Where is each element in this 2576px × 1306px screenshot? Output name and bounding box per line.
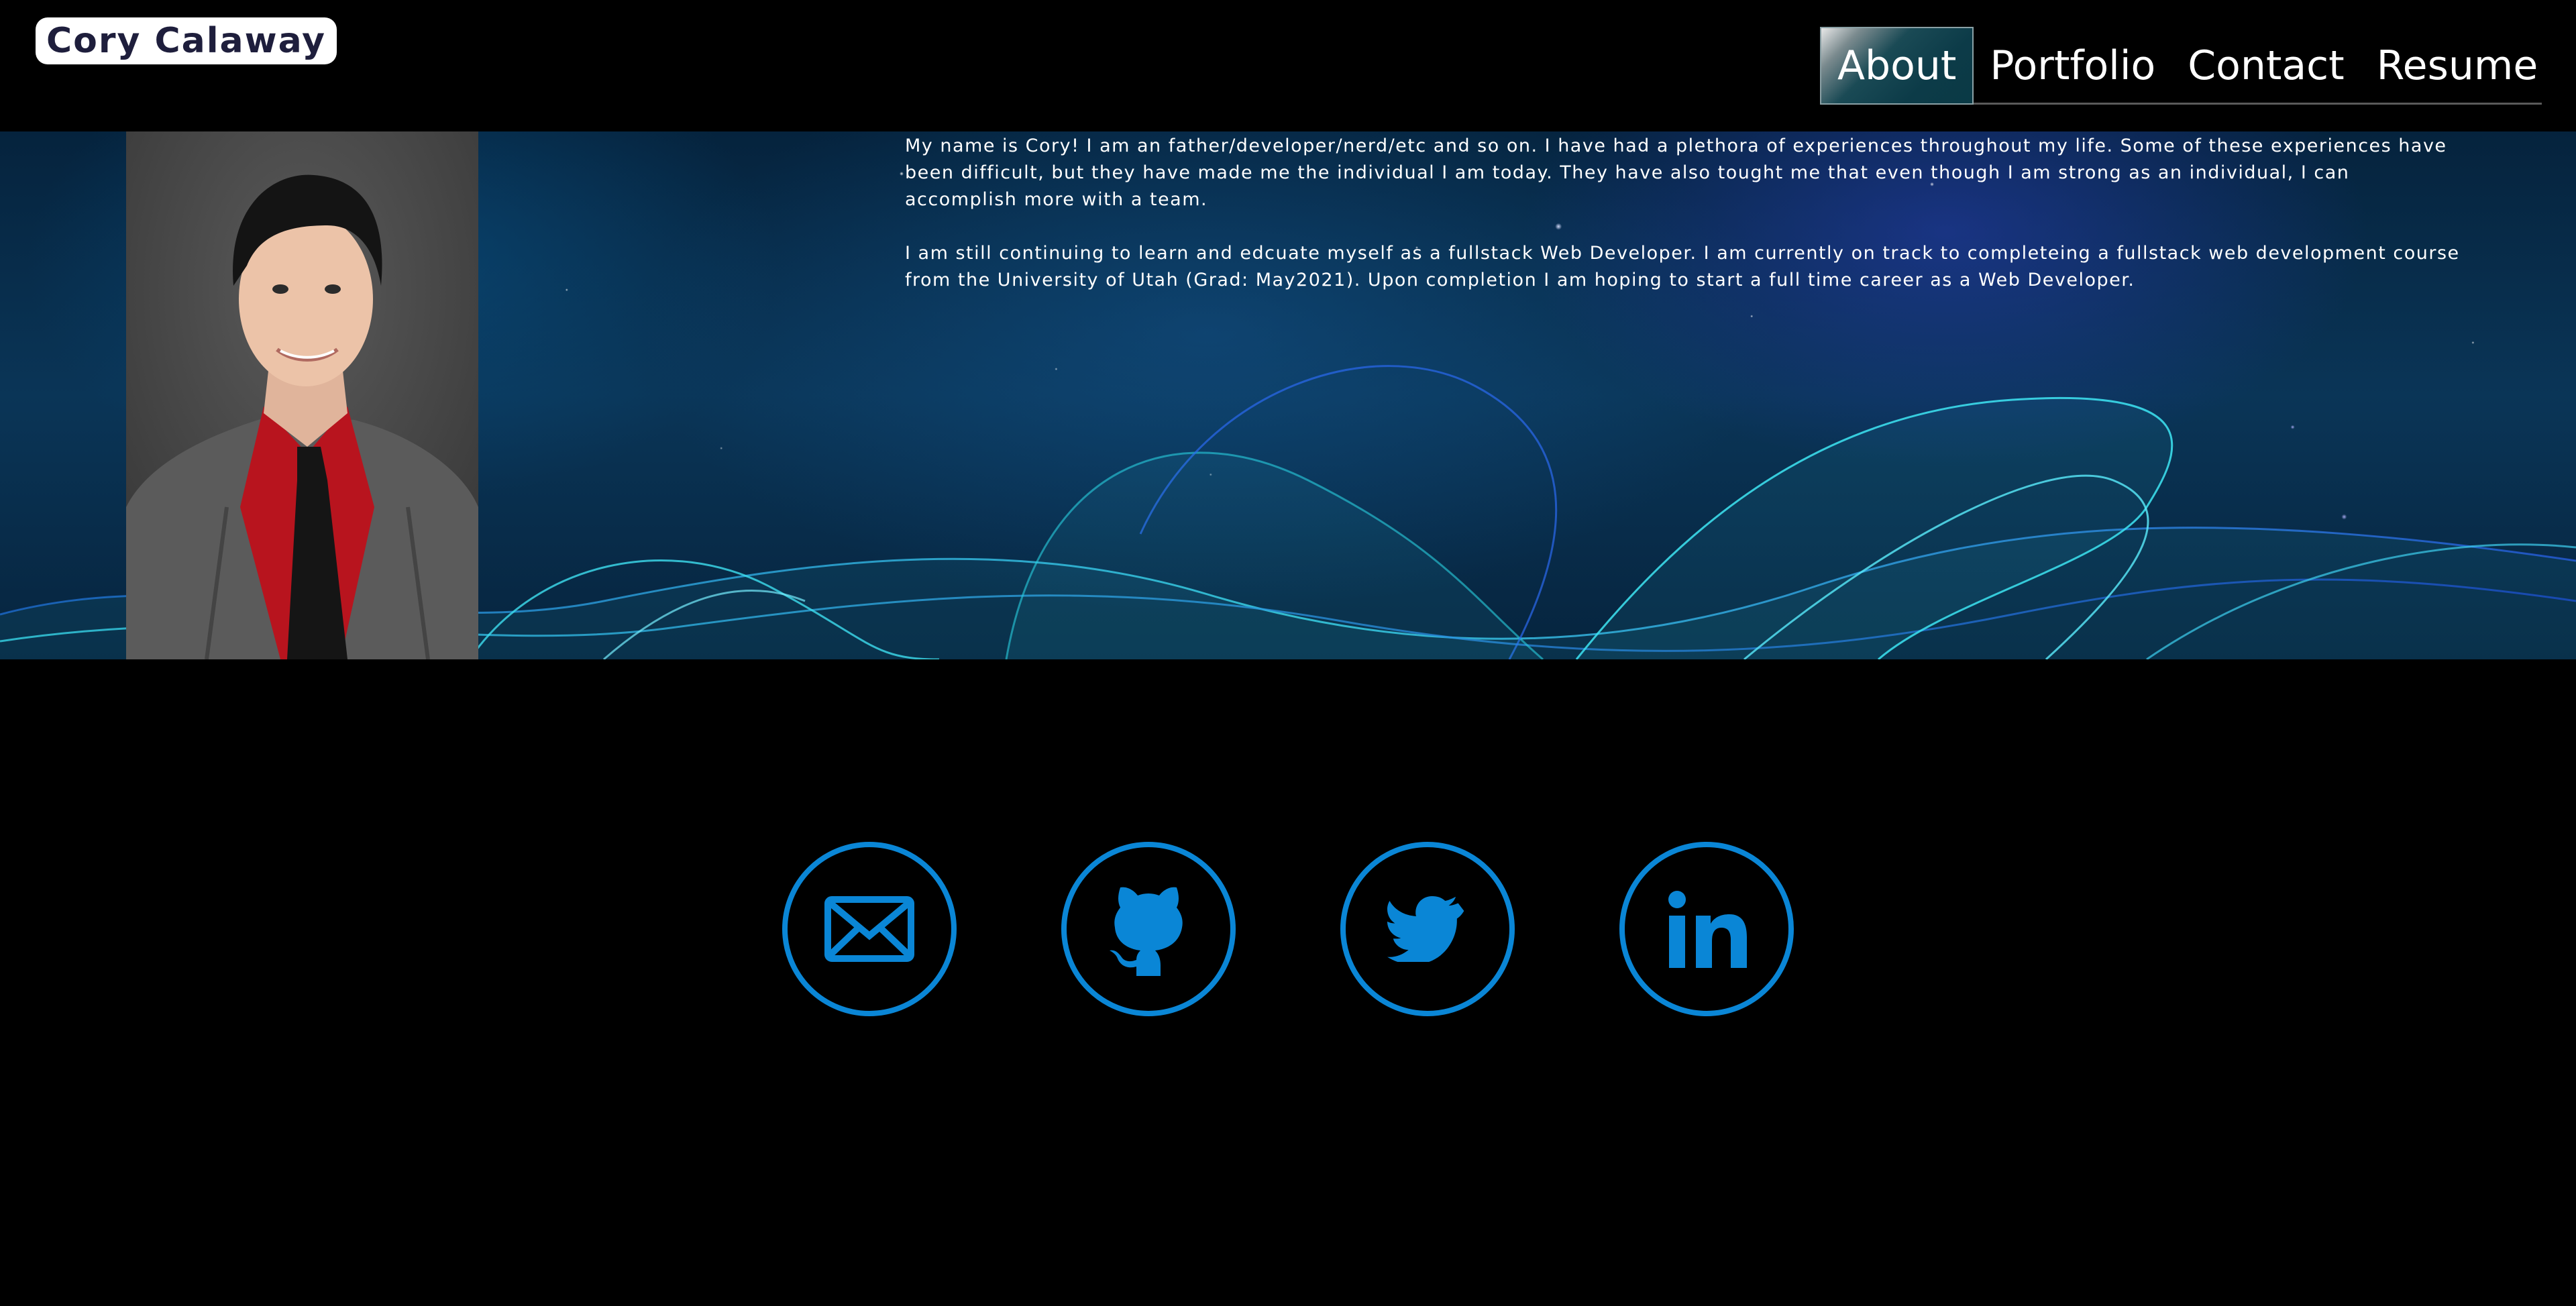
about-paragraph-1: My name is Cory! I am an father/develope…: [905, 135, 2447, 210]
main-nav: About Portfolio Contact Resume: [1820, 27, 2542, 105]
email-icon: [824, 896, 914, 962]
profile-photo: [126, 131, 478, 659]
github-icon: [1110, 887, 1183, 976]
twitter-link[interactable]: [1340, 842, 1515, 1016]
twitter-icon: [1387, 896, 1464, 962]
about-hero: My name is Cory! I am an father/develope…: [0, 131, 2576, 659]
about-paragraph-2: I am still continuing to learn and edcua…: [905, 243, 2460, 290]
email-link[interactable]: [782, 842, 957, 1016]
nav-portfolio[interactable]: Portfolio: [1974, 27, 2171, 105]
about-text: My name is Cory! I am an father/develope…: [905, 133, 2461, 321]
linkedin-icon: [1668, 891, 1747, 968]
github-link[interactable]: [1061, 842, 1236, 1016]
linkedin-link[interactable]: [1619, 842, 1794, 1016]
portrait-illustration: [126, 131, 478, 659]
page: Cory Calaway About Portfolio Contact Res…: [0, 0, 2576, 1306]
brand-name: Cory Calaway: [46, 21, 327, 61]
nav-about[interactable]: About: [1820, 27, 1974, 105]
brand-logo[interactable]: Cory Calaway: [36, 17, 337, 64]
nav-contact[interactable]: Contact: [2171, 27, 2360, 105]
nav-resume[interactable]: Resume: [2361, 27, 2555, 105]
